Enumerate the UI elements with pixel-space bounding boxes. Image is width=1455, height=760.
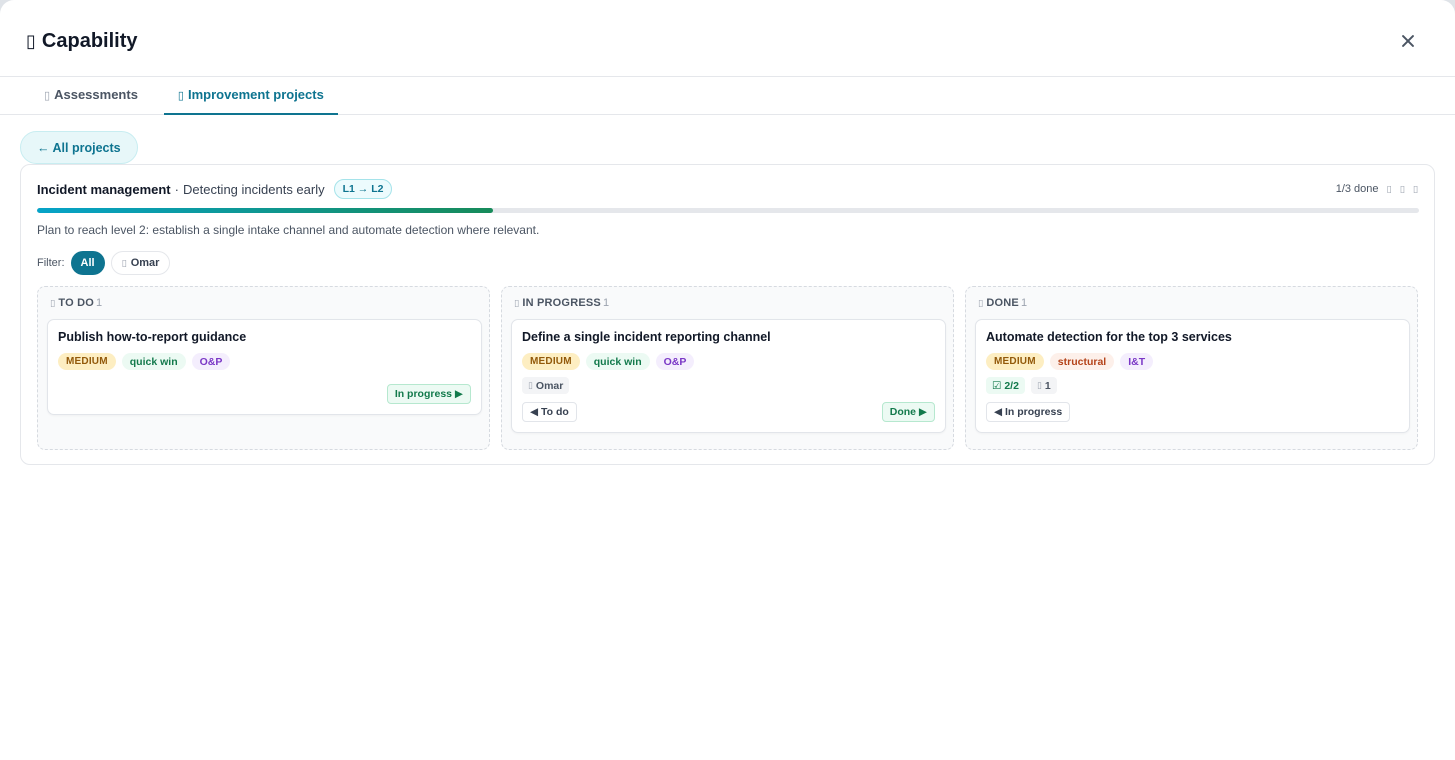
project-heading: Incident management · Detecting incident…	[37, 179, 393, 199]
task-tags: MEDIUM structural I&T	[986, 353, 1154, 370]
task-meta: ▯ Omar	[522, 377, 570, 394]
filter-chip-omar-label: Omar	[130, 257, 160, 269]
progress-bar	[37, 208, 1419, 213]
tab-assessments[interactable]: ▯ Assessments	[30, 77, 152, 114]
done-icon: ▯	[978, 298, 984, 308]
tab-bar: ▯ Assessments ▯ Improvement projects	[0, 77, 1455, 115]
category-tag: O&P	[655, 353, 695, 370]
filter-row: Filter: All ▯ Omar	[37, 251, 171, 275]
kind-tag: structural	[1049, 353, 1115, 370]
dialog-title: ▯ Capability	[26, 30, 137, 53]
project-subtitle: Detecting incidents early	[182, 181, 325, 197]
todo-icon: ▯	[50, 298, 56, 308]
comment-icon: ▯	[1036, 380, 1042, 390]
column-todo: ▯ TO DO 1 Publish how-to-report guidance M…	[37, 286, 490, 450]
task-card[interactable]: Publish how-to-report guidance MEDIUM qu…	[47, 319, 482, 415]
project-separator: ·	[174, 181, 179, 197]
user-icon: ▯	[121, 257, 127, 268]
copy-icon[interactable]: ▯	[1387, 184, 1392, 195]
close-icon[interactable]	[1397, 30, 1419, 52]
task-title: Publish how-to-report guidance	[58, 330, 247, 344]
column-in-progress: ▯ IN PROGRESS 1 Define a single incident r…	[501, 286, 954, 450]
task-meta: ☑ 2/2 ▯ 1	[986, 377, 1057, 394]
column-in-progress-count: 1	[602, 297, 610, 309]
column-todo-header: ▯ TO DO 1	[50, 297, 102, 309]
priority-tag: MEDIUM	[58, 353, 116, 370]
checklist-badge: ☑ 2/2	[986, 377, 1025, 394]
filter-chip-all-label: All	[80, 257, 95, 269]
project-card: Incident management · Detecting incident…	[20, 164, 1435, 465]
task-title: Define a single incident reporting chann…	[522, 330, 771, 344]
assignee-name: Omar	[535, 379, 564, 392]
done-summary: 1/3 done	[1335, 183, 1379, 195]
filter-chip-omar[interactable]: ▯ Omar	[110, 251, 171, 275]
column-done-header: ▯ DONE 1	[978, 297, 1027, 309]
kind-tag: quick win	[121, 353, 186, 370]
category-tag: O&P	[191, 353, 231, 370]
category-tag: I&T	[1120, 353, 1154, 370]
progress-fill	[37, 208, 494, 213]
move-to-in-progress-button[interactable]: ◀ In progress	[986, 402, 1071, 422]
in-progress-icon: ▯	[514, 298, 520, 308]
capability-dialog: ▯ Capability ▯ Assessments ▯ Improvement p…	[0, 0, 1455, 760]
dialog-title-text: Capability	[41, 30, 138, 52]
task-card[interactable]: Automate detection for the top 3 service…	[975, 319, 1410, 433]
priority-tag: MEDIUM	[522, 353, 580, 370]
project-name: Incident management	[37, 181, 171, 197]
column-done-count: 1	[1020, 297, 1028, 309]
project-description: Plan to reach level 2: establish a singl…	[37, 223, 540, 237]
tab-improvement-projects-label: Improvement projects	[188, 87, 324, 102]
move-to-done-button[interactable]: Done ▶	[881, 402, 935, 422]
filter-chip-all[interactable]: All	[70, 251, 105, 275]
task-title: Automate detection for the top 3 service…	[986, 330, 1232, 344]
capability-icon: ▯	[26, 31, 36, 51]
column-done: ▯ DONE 1 Automate detection for the top 3 …	[965, 286, 1418, 450]
delete-icon[interactable]: ▯	[1413, 184, 1418, 195]
column-in-progress-header: ▯ IN PROGRESS 1	[514, 297, 609, 309]
kind-tag: quick win	[585, 353, 650, 370]
task-tags: MEDIUM quick win O&P	[58, 353, 231, 370]
column-done-title: DONE	[986, 297, 1019, 309]
project-actions: 1/3 done ▯ ▯ ▯	[1336, 183, 1418, 195]
column-todo-title: TO DO	[58, 297, 94, 309]
move-to-in-progress-button[interactable]: In progress ▶	[386, 384, 471, 404]
project-icon: ▯	[177, 90, 185, 102]
level-badge: L1 → L2	[333, 179, 393, 199]
assignee-badge: ▯ Omar	[522, 377, 570, 394]
filter-label: Filter:	[37, 257, 65, 269]
tab-assessments-label: Assessments	[54, 87, 138, 102]
user-icon: ▯	[528, 380, 533, 390]
all-projects-button[interactable]: ← All projects	[20, 131, 138, 164]
export-icon[interactable]: ▯	[1400, 184, 1405, 195]
comment-badge: ▯ 1	[1030, 377, 1057, 394]
comment-count: 1	[1044, 379, 1051, 392]
assessment-icon: ▯	[44, 90, 51, 102]
move-to-todo-button[interactable]: ◀ To do	[522, 402, 577, 422]
column-todo-count: 1	[95, 297, 103, 309]
dialog-header: ▯ Capability	[0, 0, 1455, 77]
task-tags: MEDIUM quick win O&P	[522, 353, 695, 370]
tab-improvement-projects[interactable]: ▯ Improvement projects	[163, 77, 338, 115]
priority-tag: MEDIUM	[986, 353, 1044, 370]
task-card[interactable]: Define a single incident reporting chann…	[511, 319, 946, 433]
column-in-progress-title: IN PROGRESS	[522, 297, 601, 309]
